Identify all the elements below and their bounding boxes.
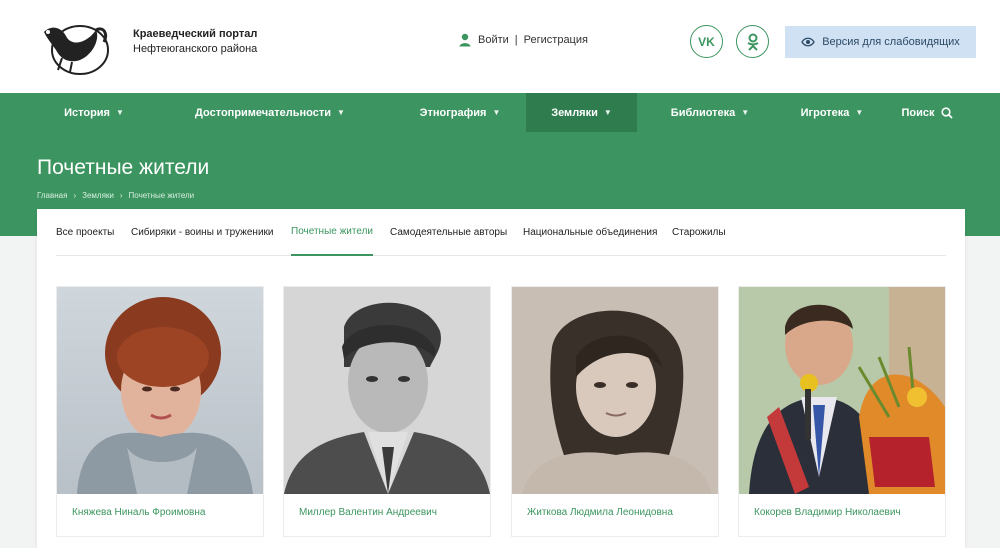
low-vision-label: Версия для слабовидящих: [822, 36, 960, 48]
vk-icon: VK: [698, 34, 715, 49]
person-name[interactable]: Житкова Людмила Леонидовна: [527, 507, 673, 518]
logo[interactable]: [38, 14, 112, 80]
search-icon: [940, 106, 953, 119]
nav-item-label: Игротека: [800, 106, 850, 119]
nav-item-library[interactable]: Библиотека ▼: [660, 93, 760, 132]
person-photo[interactable]: [512, 287, 718, 494]
chevron-down-icon: ▼: [855, 108, 864, 117]
breadcrumb-home[interactable]: Главная: [37, 191, 67, 200]
nav-item-label: Этнография: [419, 106, 487, 119]
site-name-line1: Краеведческий портал: [133, 28, 258, 40]
tab-siberians[interactable]: Сибиряки - воины и труженики: [131, 209, 274, 256]
page-title: Почетные жители: [37, 156, 210, 179]
eye-icon: [801, 37, 815, 47]
breadcrumb-separator: ›: [119, 191, 123, 200]
auth-separator: |: [514, 34, 518, 46]
breadcrumb-separator: ›: [73, 191, 77, 200]
nav-item-sights[interactable]: Достопримечательности ▼: [188, 93, 352, 132]
auth-links: Войти | Регистрация: [458, 33, 588, 47]
breadcrumb-countrymen[interactable]: Земляки: [82, 191, 114, 200]
person-photo[interactable]: [57, 287, 263, 494]
person-name[interactable]: Княжева Ниналь Фроимовна: [72, 507, 205, 518]
site-name: Краеведческий портал Нефтеюганского райо…: [133, 27, 257, 57]
person-card[interactable]: Княжева Ниналь Фроимовна: [56, 286, 264, 537]
nav-item-ethnography[interactable]: Этнография ▼: [410, 93, 510, 132]
content-card: Все проекты Сибиряки - воины и труженики…: [37, 209, 965, 548]
login-link[interactable]: Войти: [478, 34, 509, 46]
tab-honorary-residents[interactable]: Почетные жители: [291, 209, 373, 256]
nav-item-label: Достопримечательности: [195, 106, 332, 119]
odnoklassniki-button[interactable]: [736, 25, 769, 58]
tab-old-timers[interactable]: Старожилы: [672, 209, 726, 256]
chevron-down-icon: ▼: [337, 108, 345, 117]
site-header: Краеведческий портал Нефтеюганского райо…: [0, 0, 1000, 93]
nav-item-label: Библиотека: [670, 106, 736, 119]
person-photo[interactable]: [284, 287, 490, 494]
nav-item-countrymen[interactable]: Земляки ▼: [526, 93, 637, 132]
project-tabs: Все проекты Сибиряки - воины и труженики…: [56, 209, 946, 256]
nav-item-label: История: [64, 106, 110, 119]
main-nav: История ▼ Достопримечательности ▼ Этнограф…: [0, 93, 1000, 132]
chevron-down-icon: ▼: [115, 108, 124, 117]
tab-all-projects[interactable]: Все проекты: [56, 209, 114, 256]
chevron-down-icon: ▼: [741, 108, 750, 117]
person-card[interactable]: Миллер Валентин Андреевич: [283, 286, 491, 537]
person-card[interactable]: Кокорев Владимир Николаевич: [738, 286, 946, 537]
tab-national-associations[interactable]: Национальные объединения: [523, 209, 657, 256]
breadcrumb-current: Почетные жители: [128, 191, 195, 200]
register-link[interactable]: Регистрация: [524, 34, 588, 46]
nav-item-games[interactable]: Игротека ▼: [790, 93, 874, 132]
nav-search-label: Поиск: [901, 106, 935, 119]
person-card[interactable]: Житкова Людмила Леонидовна: [511, 286, 719, 537]
nav-item-label: Земляки: [551, 106, 598, 119]
nav-item-history[interactable]: История ▼: [52, 93, 136, 132]
sable-logo-icon: [44, 25, 109, 75]
vk-button[interactable]: VK: [690, 25, 723, 58]
nav-search[interactable]: Поиск: [892, 93, 962, 132]
odnoklassniki-icon: [746, 33, 759, 51]
person-name[interactable]: Миллер Валентин Андреевич: [299, 507, 437, 518]
tab-amateur-authors[interactable]: Самодеятельные авторы: [390, 209, 507, 256]
site-name-line2: Нефтеюганского района: [133, 43, 258, 55]
chevron-down-icon: ▼: [492, 108, 501, 117]
breadcrumb: Главная › Земляки › Почетные жители: [37, 191, 194, 200]
person-photo[interactable]: [739, 287, 945, 494]
user-icon: [459, 33, 471, 47]
low-vision-version-button[interactable]: Версия для слабовидящих: [785, 26, 976, 58]
chevron-down-icon: ▼: [603, 108, 612, 117]
person-name[interactable]: Кокорев Владимир Николаевич: [754, 507, 901, 518]
